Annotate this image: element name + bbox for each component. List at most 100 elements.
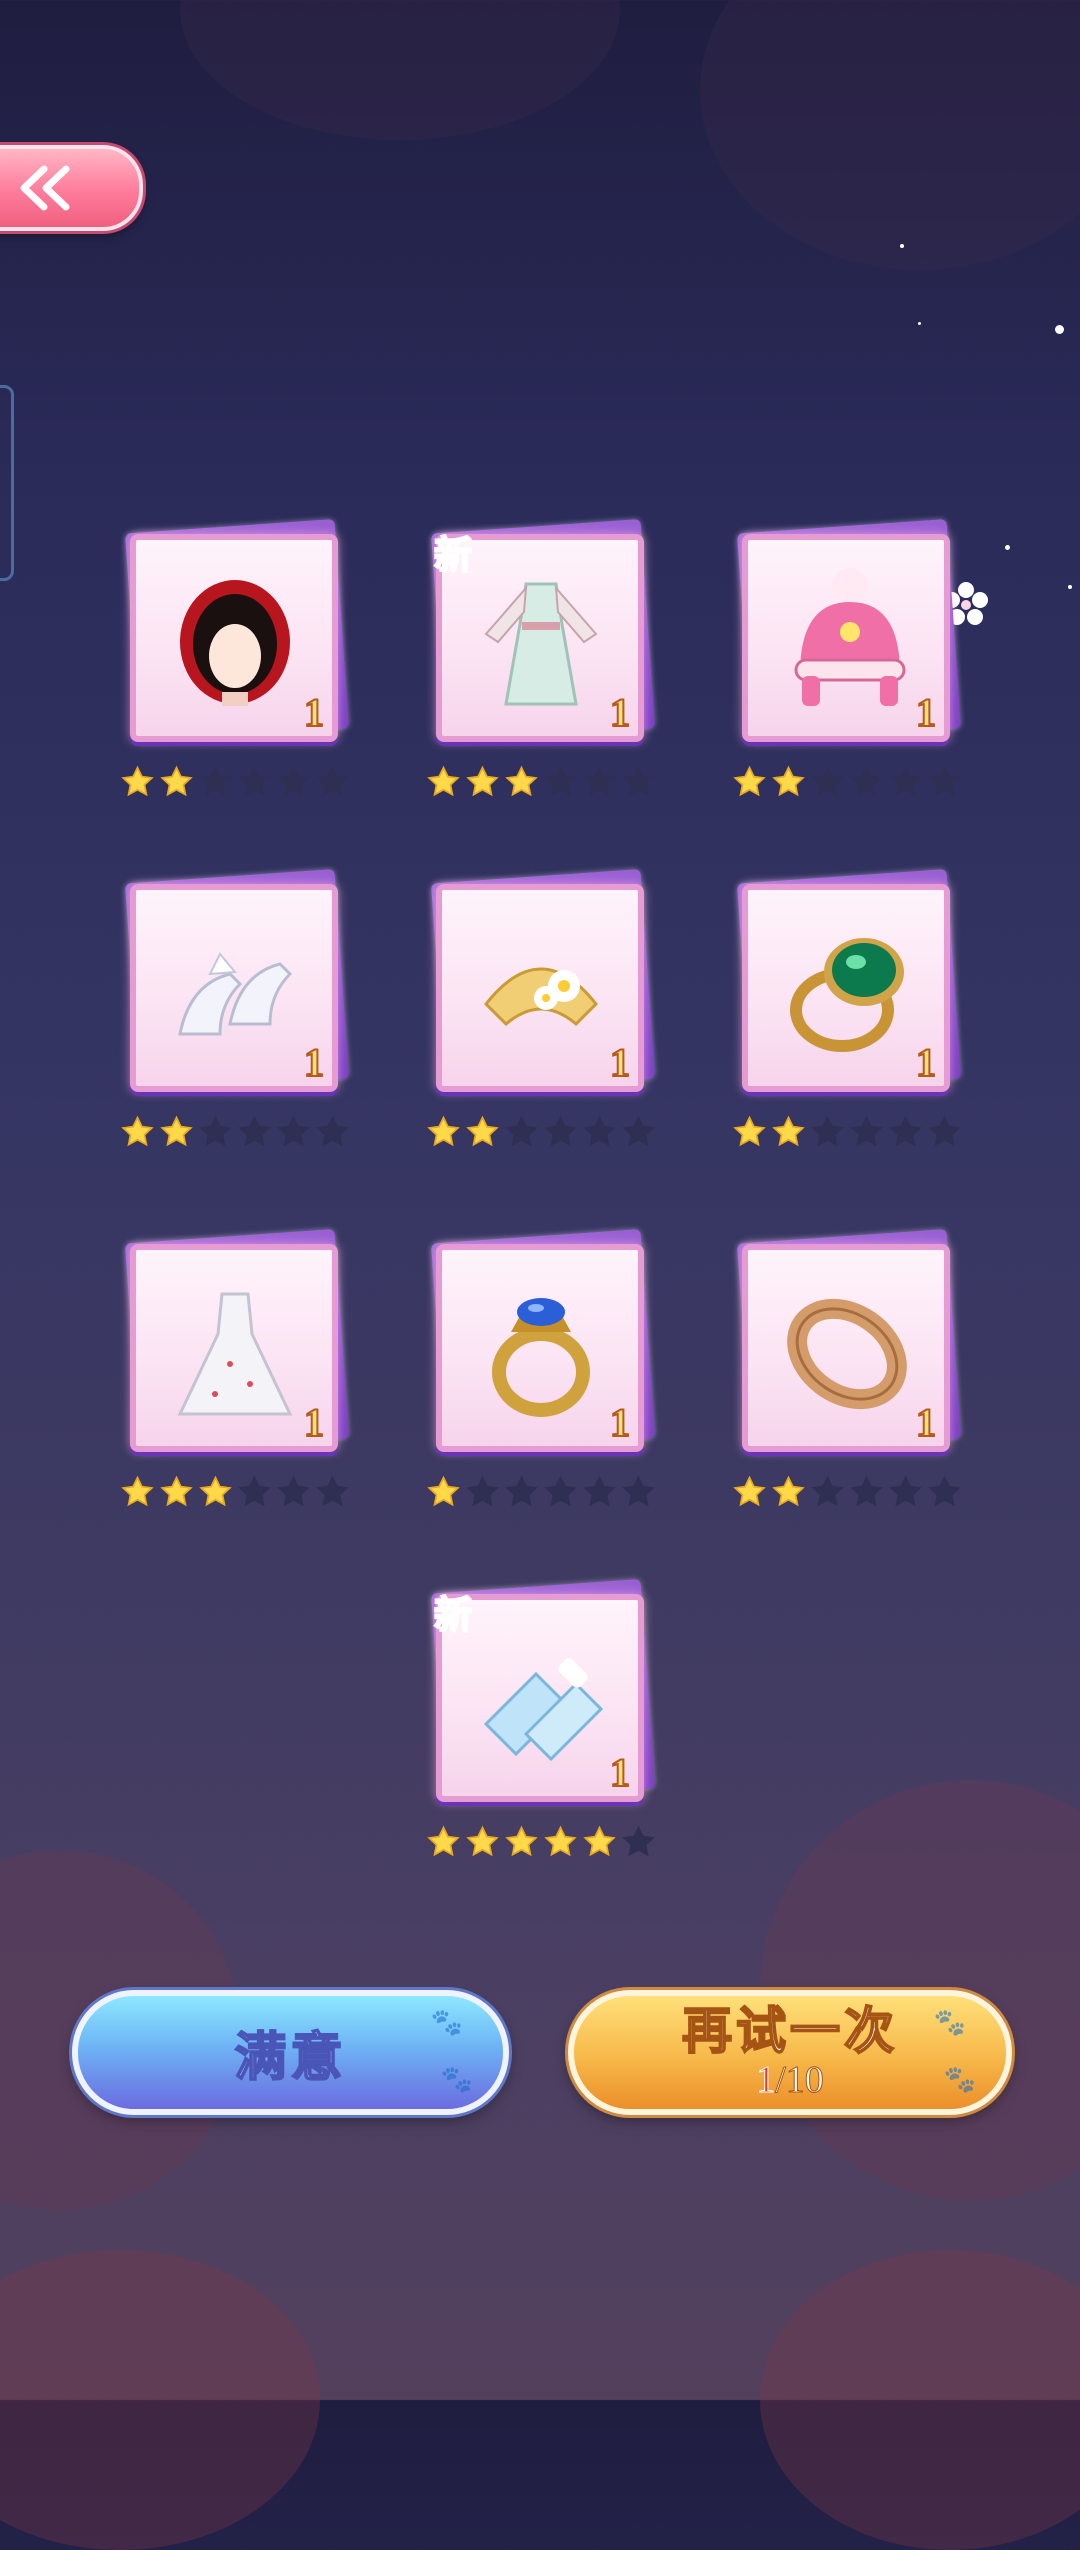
sparkle — [1005, 545, 1010, 550]
star-empty-icon — [928, 1475, 961, 1507]
star-filled-icon — [466, 1115, 499, 1147]
item-card: 1 — [130, 1244, 338, 1452]
star-empty-icon — [199, 1115, 232, 1147]
sparkle — [1055, 325, 1064, 334]
paw-print-icon: 🐾 — [943, 2065, 976, 2095]
star-empty-icon — [505, 1115, 538, 1147]
star-filled-icon — [544, 1825, 577, 1857]
item-card: 1 — [742, 1244, 950, 1452]
star-empty-icon — [583, 1115, 616, 1147]
star-filled-icon — [466, 765, 499, 797]
item-card: 1 — [742, 534, 950, 742]
item-quantity: 1 — [609, 1399, 631, 1446]
bg-bubble — [760, 2250, 1080, 2550]
bg-bubble — [0, 2250, 320, 2550]
rarity-stars — [426, 1475, 656, 1510]
satisfied-button-label: 满意 — [233, 2027, 347, 2089]
reward-item-wedding-gown[interactable]: 1 — [120, 1228, 360, 1530]
star-empty-icon — [622, 765, 655, 797]
star-filled-icon — [427, 1475, 460, 1507]
star-empty-icon — [850, 1475, 883, 1507]
star-empty-icon — [811, 765, 844, 797]
reward-item-pink-beanie-hat[interactable]: 1 — [732, 518, 972, 820]
item-quantity: 1 — [303, 1399, 325, 1446]
star-empty-icon — [238, 765, 271, 797]
star-empty-icon — [238, 1115, 271, 1147]
star-filled-icon — [160, 1475, 193, 1507]
item-card: 1 — [742, 884, 950, 1092]
white-heels-icon — [178, 952, 293, 1036]
wedding-gown-icon — [177, 1292, 293, 1416]
emerald-ring-icon — [790, 938, 904, 1052]
reward-item-hanfu-dress[interactable]: 新 1 — [426, 518, 666, 820]
star-filled-icon — [427, 765, 460, 797]
retry-counter: 1/10 — [756, 2058, 825, 2102]
star-empty-icon — [544, 1115, 577, 1147]
star-empty-icon — [583, 1475, 616, 1507]
star-filled-icon — [121, 765, 154, 797]
star-empty-icon — [316, 1475, 349, 1507]
star-filled-icon — [733, 1475, 766, 1507]
star-empty-icon — [811, 1475, 844, 1507]
paw-print-icon: 🐾 — [933, 2008, 966, 2038]
pink-hat-icon — [794, 568, 906, 706]
retry-total-count: /10 — [775, 2058, 825, 2101]
star-filled-icon — [121, 1475, 154, 1507]
item-quantity: 1 — [609, 1749, 631, 1796]
satisfied-button[interactable]: 满意 🐾 🐾 — [72, 1990, 509, 2115]
star-empty-icon — [277, 1475, 310, 1507]
star-empty-icon — [622, 1825, 655, 1857]
star-empty-icon — [889, 1115, 922, 1147]
sapphire-ring-icon — [492, 1298, 590, 1417]
star-empty-icon — [928, 765, 961, 797]
reward-item-engraved-gold-band[interactable]: 1 — [732, 1228, 972, 1530]
item-quantity: 1 — [915, 1399, 937, 1446]
item-quantity: 1 — [303, 1039, 325, 1086]
star-empty-icon — [277, 765, 310, 797]
rarity-stars — [732, 1115, 962, 1150]
star-empty-icon — [544, 1475, 577, 1507]
star-empty-icon — [928, 1115, 961, 1147]
star-filled-icon — [583, 1825, 616, 1857]
item-card: 1 — [436, 884, 644, 1092]
star-empty-icon — [889, 765, 922, 797]
star-empty-icon — [316, 1115, 349, 1147]
star-filled-icon — [121, 1115, 154, 1147]
star-empty-icon — [889, 1475, 922, 1507]
sparkle — [918, 322, 921, 325]
star-filled-icon — [199, 1475, 232, 1507]
star-filled-icon — [160, 765, 193, 797]
star-empty-icon — [850, 1115, 883, 1147]
hanfu-dress-icon — [484, 582, 598, 706]
golden-fan-icon — [483, 967, 599, 1027]
star-empty-icon — [583, 765, 616, 797]
rarity-stars — [120, 1115, 350, 1150]
retry-button[interactable]: 再试一次 1/10 🐾 🐾 — [568, 1990, 1012, 2115]
reward-item-white-heels[interactable]: 1 — [120, 868, 360, 1170]
star-empty-icon — [466, 1475, 499, 1507]
item-quantity: 1 — [609, 1039, 631, 1086]
retry-used-count: 1 — [756, 2058, 776, 2101]
item-quantity: 1 — [915, 689, 937, 736]
reward-item-golden-fan[interactable]: 1 — [426, 868, 666, 1170]
star-empty-icon — [544, 765, 577, 797]
reward-item-sapphire-ring[interactable]: 1 — [426, 1228, 666, 1530]
back-button[interactable] — [0, 145, 143, 231]
item-card: 1 — [130, 884, 338, 1092]
reward-item-lace-gloves[interactable]: 新 1 — [426, 1578, 666, 1880]
bg-bubble — [700, 0, 1080, 270]
star-empty-icon — [238, 1475, 271, 1507]
rarity-stars — [426, 1115, 656, 1150]
star-filled-icon — [733, 1115, 766, 1147]
rarity-stars — [120, 765, 350, 800]
item-card: 1 — [436, 1244, 644, 1452]
star-filled-icon — [505, 1825, 538, 1857]
star-filled-icon — [772, 765, 805, 797]
side-drawer-tab[interactable] — [0, 385, 14, 581]
star-empty-icon — [811, 1115, 844, 1147]
reward-item-red-hood-headwear[interactable]: 1 — [120, 518, 360, 820]
reward-item-emerald-ring[interactable]: 1 — [732, 868, 972, 1170]
rarity-stars — [426, 765, 656, 800]
bg-bubble — [180, 0, 620, 140]
item-quantity: 1 — [303, 689, 325, 736]
